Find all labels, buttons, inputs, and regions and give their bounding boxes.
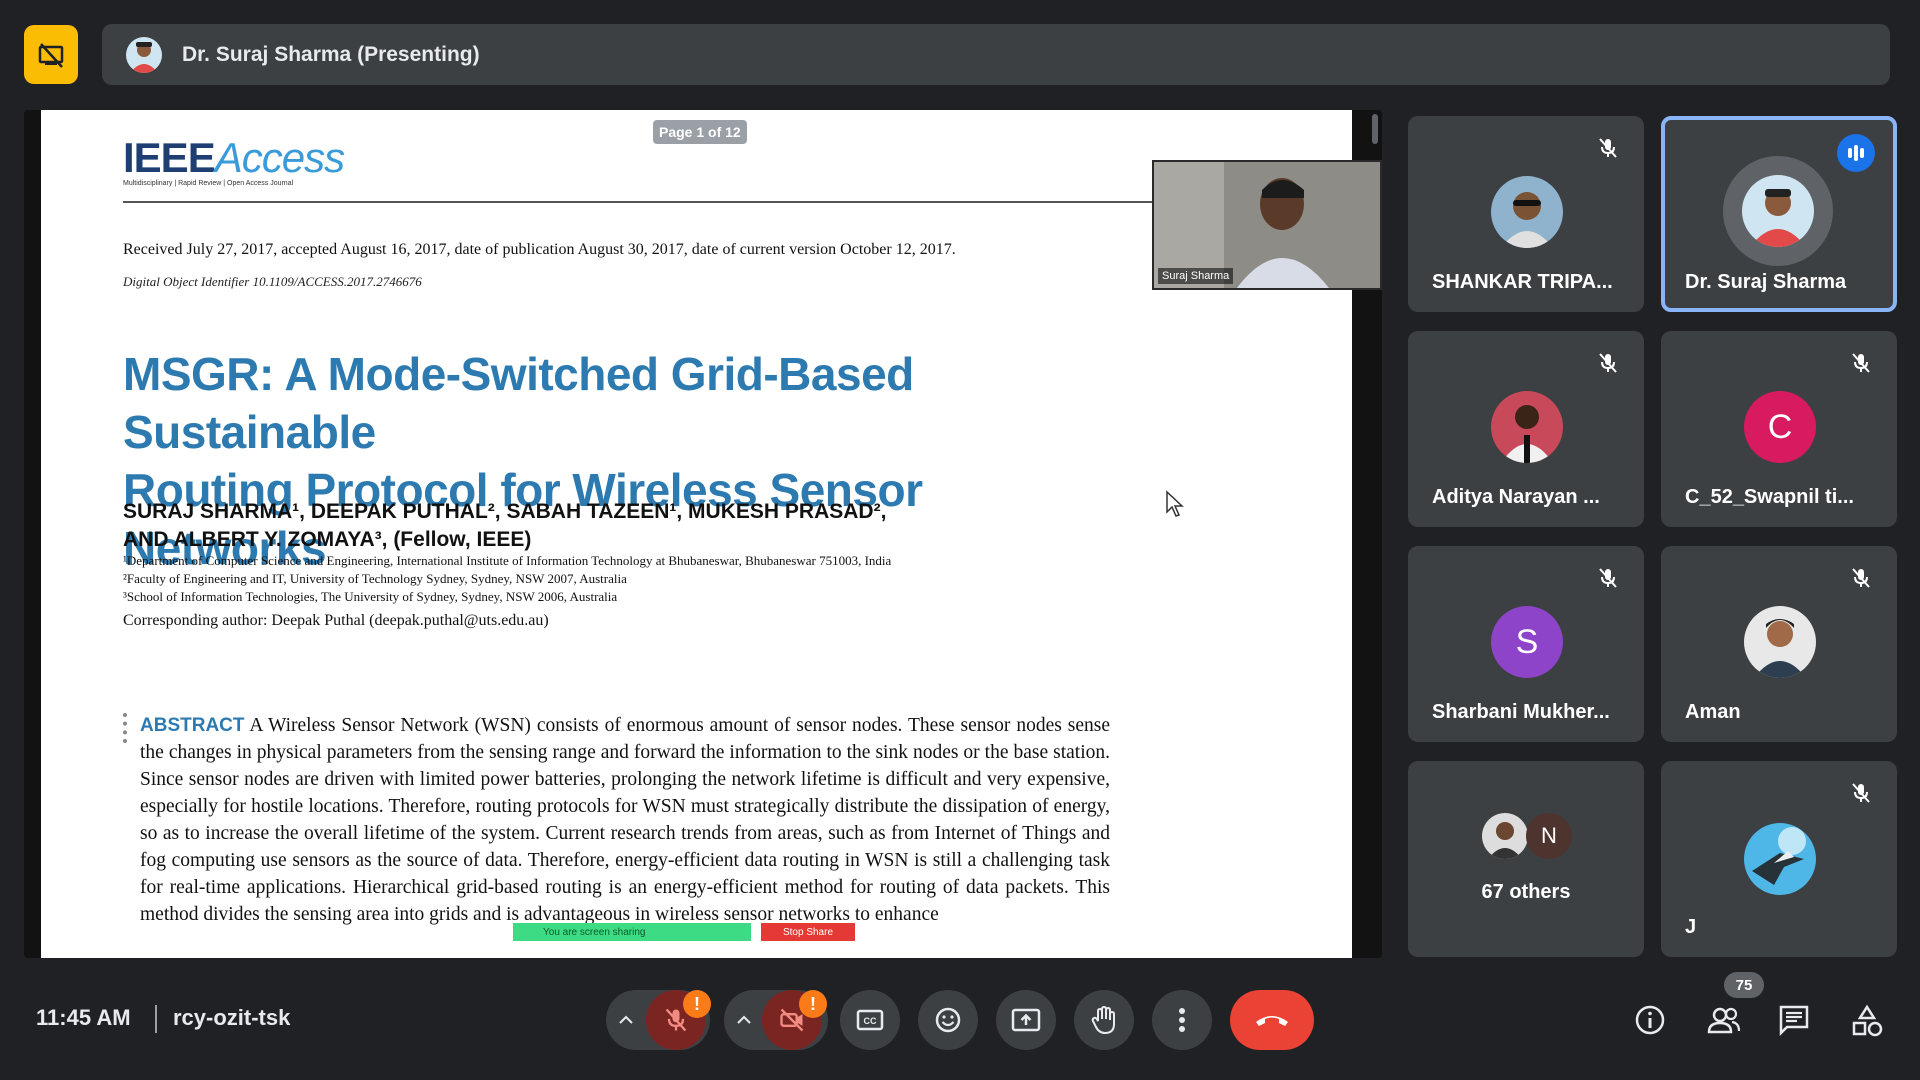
more-vert-icon (1179, 1008, 1185, 1032)
mic-off-icon (1849, 351, 1873, 375)
people-button[interactable] (1706, 1004, 1742, 1036)
avatar (1742, 175, 1814, 247)
chat-icon (1779, 1005, 1809, 1036)
divider (155, 1005, 157, 1033)
others-count-label: 67 others (1481, 881, 1571, 903)
meeting-code: rcy-ozit-tsk (173, 1005, 291, 1030)
avatar (1744, 823, 1816, 895)
avatar (1491, 176, 1563, 248)
affiliations: ¹Department of Computer Science and Engi… (123, 553, 892, 604)
abstract-label: ABSTRACT (140, 715, 245, 736)
journal-logo: IEEEAccess Multidisciplinary | Rapid Rev… (123, 134, 345, 187)
presenter-avatar (126, 36, 162, 73)
participant-tile[interactable]: Aditya Narayan ... (1408, 331, 1644, 527)
presenter-video-pip[interactable]: Suraj Sharma (1152, 160, 1382, 290)
info-icon (1635, 1005, 1665, 1035)
header-rule (123, 201, 1193, 203)
mic-off-icon (1596, 136, 1620, 160)
scrollbar[interactable] (1372, 114, 1378, 144)
raise-hand-button[interactable] (1074, 990, 1134, 1050)
others-avatar-stack: N (1482, 813, 1572, 861)
participant-tile-active-speaker[interactable]: Dr. Suraj Sharma (1661, 116, 1897, 312)
participant-name: Aditya Narayan ... (1432, 486, 1600, 508)
speaking-indicator-icon (1837, 134, 1875, 172)
participant-name: Dr. Suraj Sharma (1685, 271, 1847, 293)
mic-warning-icon: ! (683, 990, 711, 1018)
end-call-icon (1256, 1016, 1288, 1026)
emoji-reaction-button[interactable] (918, 990, 978, 1050)
participant-name: SHANKAR TRIPA... (1432, 271, 1613, 293)
participant-tile[interactable]: Aman (1661, 546, 1897, 742)
mic-off-icon (1596, 351, 1620, 375)
others-tile[interactable]: N 67 others (1408, 761, 1644, 957)
participant-name: Sharbani Mukher... (1432, 701, 1610, 723)
presenter-banner[interactable]: Dr. Suraj Sharma (Presenting) (102, 24, 1890, 85)
present-screen-icon (1011, 1008, 1041, 1032)
participant-tile[interactable]: S Sharbani Mukher... (1408, 546, 1644, 742)
screen-sharing-notice: You are screen sharing (513, 923, 751, 941)
abstract: ABSTRACT A Wireless Sensor Network (WSN)… (140, 712, 1110, 928)
svg-text:CC: CC (864, 1016, 877, 1026)
camera-warning-icon: ! (799, 990, 827, 1018)
activities-icon (1852, 1004, 1883, 1037)
participant-name: J (1685, 916, 1697, 938)
mouse-cursor-icon (1165, 490, 1185, 518)
present-screen-button[interactable] (996, 990, 1056, 1050)
mic-off-icon (1596, 566, 1620, 590)
avatar-initial: N (1526, 813, 1572, 859)
mic-off-icon (1849, 781, 1873, 805)
people-count-badge: 75 (1724, 972, 1764, 998)
participant-tile[interactable]: SHANKAR TRIPA... (1408, 116, 1644, 312)
received-line: Received July 27, 2017, accepted August … (123, 241, 956, 258)
stop-share-button[interactable]: Stop Share (761, 923, 855, 941)
participant-name: C_52_Swapnil ti... (1685, 486, 1854, 508)
corresponding-author: Corresponding author: Deepak Puthal (dee… (123, 612, 549, 629)
avatar (1482, 813, 1528, 859)
more-options-button[interactable] (1152, 990, 1212, 1050)
paper-authors: SURAJ SHARMA¹, DEEPAK PUTHAL², SABAH TAZ… (123, 500, 887, 551)
participant-tile[interactable]: C C_52_Swapnil ti... (1661, 331, 1897, 527)
pip-name-label: Suraj Sharma (1158, 268, 1234, 284)
participant-name: Aman (1685, 701, 1741, 723)
emoji-icon (935, 1007, 961, 1033)
mic-off-icon (1849, 566, 1873, 590)
clock: 11:45 AM (36, 1005, 131, 1030)
avatar-initial: C (1744, 391, 1816, 463)
doi-line: Digital Object Identifier 10.1109/ACCESS… (123, 274, 422, 289)
avatar-initial: S (1491, 606, 1563, 678)
meeting-details-button[interactable] (1634, 1004, 1666, 1036)
captions-button[interactable]: CC (840, 990, 900, 1050)
presenter-label: Dr. Suraj Sharma (Presenting) (182, 42, 480, 66)
abstract-text: A Wireless Sensor Network (WSN) consists… (140, 715, 1110, 925)
people-icon (1707, 1007, 1741, 1034)
abstract-marker (123, 713, 131, 743)
captions-icon: CC (856, 1009, 884, 1031)
present-off-icon[interactable] (24, 25, 78, 84)
activities-button[interactable] (1850, 1004, 1884, 1038)
page-indicator: Page 1 of 12 (653, 120, 747, 144)
avatar (1491, 391, 1563, 463)
leave-call-button[interactable] (1230, 990, 1314, 1050)
chat-button[interactable] (1778, 1004, 1810, 1036)
raise-hand-icon (1091, 1005, 1115, 1035)
participant-tile[interactable]: J (1661, 761, 1897, 957)
avatar (1744, 606, 1816, 678)
